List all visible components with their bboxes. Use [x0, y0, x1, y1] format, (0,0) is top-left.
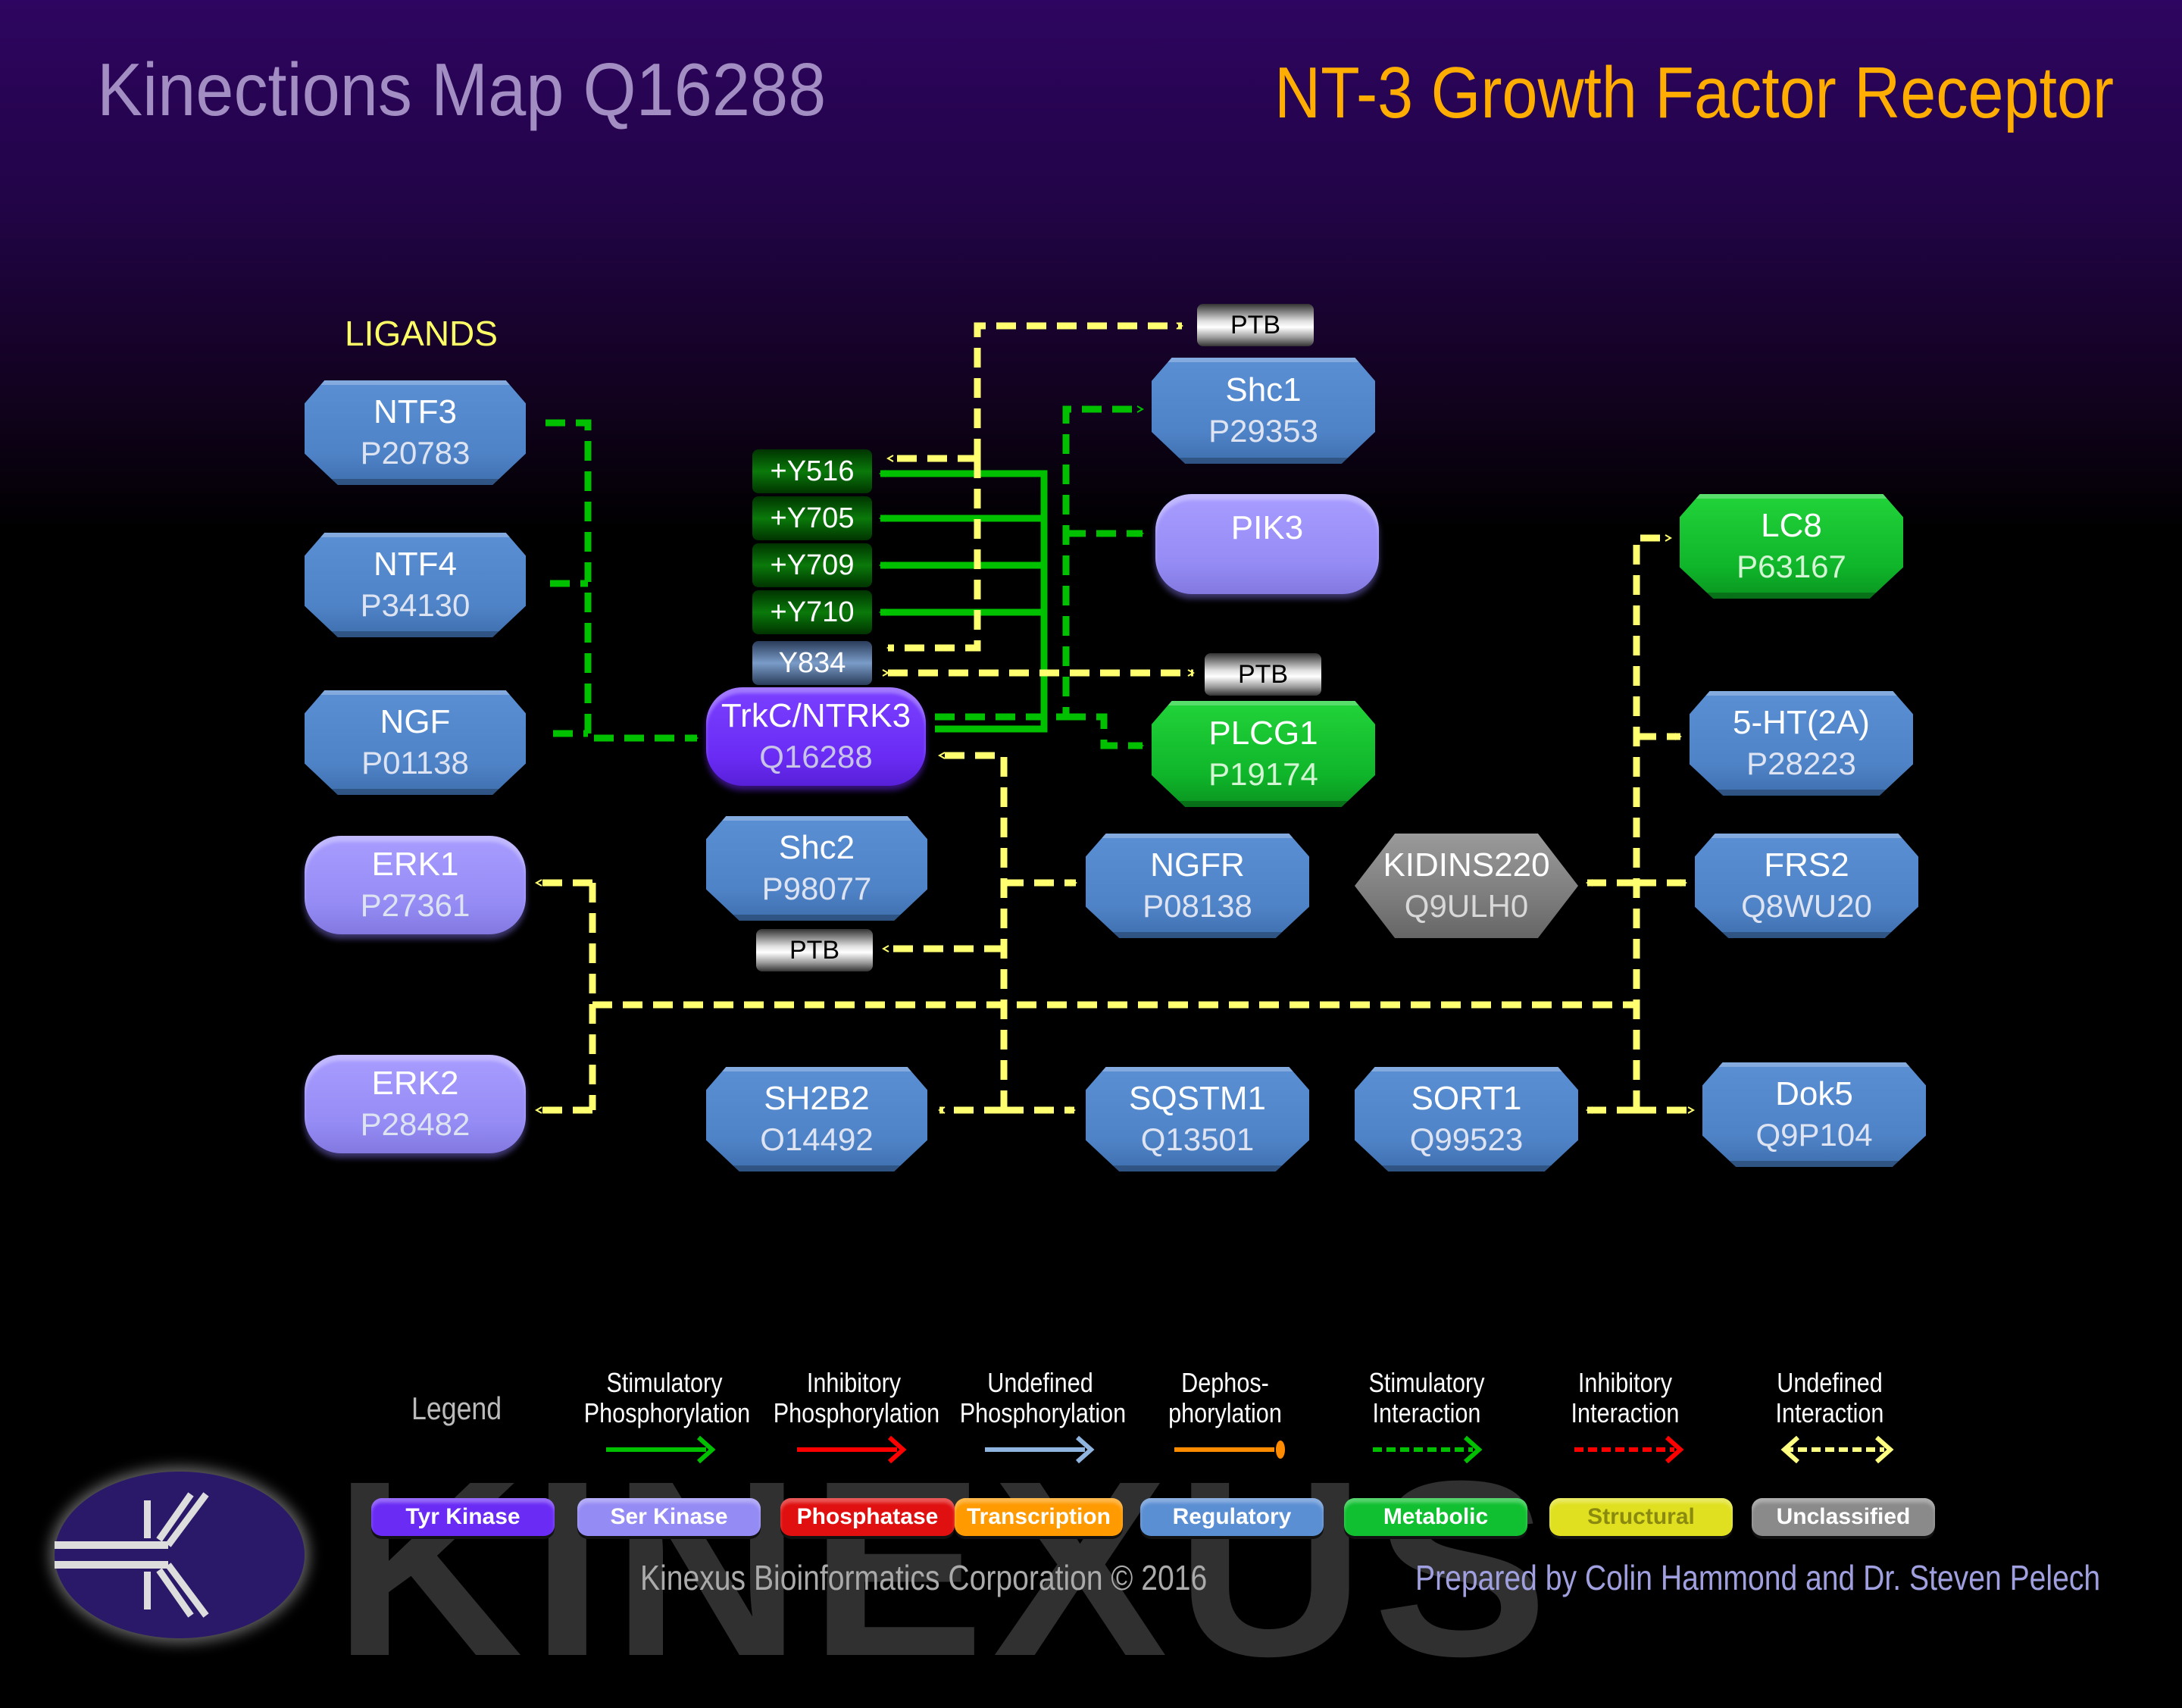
legend-type-regulatory: Regulatory: [1140, 1498, 1324, 1536]
legend-type-phosphatase: Phosphatase: [780, 1498, 955, 1536]
legend-type-unclassified: Unclassified: [1752, 1498, 1935, 1536]
credits-text: Prepared by Colin Hammond and Dr. Steven…: [1415, 1558, 2101, 1597]
legend-dephos-terminal: [1276, 1441, 1285, 1459]
legend-type-tyr-kinase: Tyr Kinase: [371, 1498, 555, 1536]
kinexus-k-icon: [55, 1492, 209, 1618]
kinexus-logo: [55, 1472, 305, 1638]
legend-type-transcription: Transcription: [955, 1498, 1123, 1536]
copyright-text: Kinexus Bioinformatics Corporation © 201…: [640, 1558, 1208, 1597]
legend-arrows: [606, 1435, 1894, 1464]
legend-type-structural: Structural: [1549, 1498, 1733, 1536]
legend-type-metabolic: Metabolic: [1344, 1498, 1527, 1536]
legend-type-ser-kinase: Ser Kinase: [577, 1498, 761, 1536]
